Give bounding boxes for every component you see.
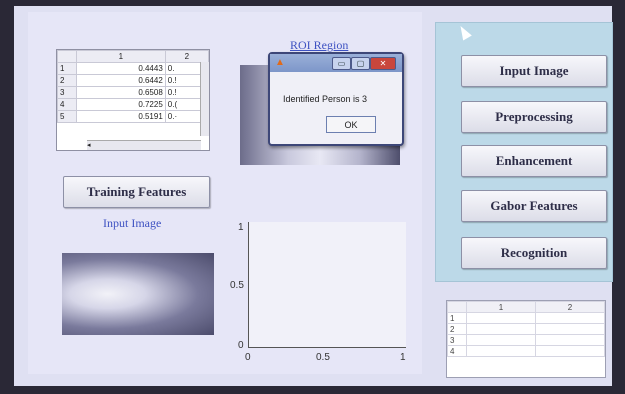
row-header: 3 (57, 86, 77, 99)
table-cell[interactable]: 0.5191 (76, 110, 166, 123)
table-cell[interactable] (535, 334, 605, 346)
x-tick-label: 0 (245, 352, 251, 363)
table-corner (447, 301, 467, 313)
table-row[interactable]: 3 0.6508 0.! (57, 86, 210, 99)
dialog-message: Identified Person is 3 (283, 94, 368, 104)
dialog-titlebar[interactable]: ▲ ▭ ▢ ✕ (270, 54, 402, 72)
table-row[interactable]: 5 0.5191 0.· (57, 110, 210, 123)
enhancement-button[interactable]: Enhancement (461, 145, 607, 177)
table-cell[interactable] (466, 345, 536, 357)
results-table[interactable]: 1 2 1 2 3 4 (446, 300, 606, 378)
table-cell[interactable]: 0.4443 (76, 62, 166, 75)
table-row[interactable]: 2 (447, 323, 605, 335)
y-tick-label: 0 (238, 340, 244, 351)
table-row[interactable]: 4 (447, 345, 605, 357)
table-corner (57, 50, 77, 63)
table-cell[interactable] (466, 312, 536, 324)
x-tick-label: 0.5 (316, 352, 330, 363)
x-tick-label: 1 (400, 352, 406, 363)
row-header: 3 (447, 334, 467, 346)
row-header: 1 (447, 312, 467, 324)
table-cell[interactable] (466, 334, 536, 346)
y-tick-label: 1 (238, 222, 244, 233)
input-image-label: Input Image (103, 216, 162, 230)
gabor-features-button[interactable]: Gabor Features (461, 190, 607, 222)
training-features-button[interactable]: Training Features (63, 176, 210, 208)
vertical-scrollbar[interactable] (200, 62, 209, 136)
features-grid: 1 2 1 0.4443 0. 2 0.6442 0.! 3 0.6508 0.… (57, 50, 210, 123)
row-header: 1 (57, 62, 77, 75)
row-header: 2 (57, 74, 77, 87)
results-grid: 1 2 1 2 3 4 (447, 301, 605, 357)
table-cell[interactable] (535, 323, 605, 335)
ok-button[interactable]: OK (326, 116, 376, 133)
column-header: 1 (466, 301, 536, 313)
plot-axes (248, 222, 406, 348)
message-dialog: ▲ ▭ ▢ ✕ Identified Person is 3 OK (268, 52, 404, 146)
recognition-button[interactable]: Recognition (461, 237, 607, 269)
row-header: 2 (447, 323, 467, 335)
table-cell[interactable] (535, 312, 605, 324)
input-image (62, 253, 214, 335)
horizontal-scrollbar[interactable]: ◂ (87, 140, 201, 150)
table-cell[interactable]: 0.6442 (76, 74, 166, 87)
y-tick-label: 0.5 (230, 280, 244, 291)
column-header: 2 (535, 301, 605, 313)
column-header: 2 (164, 50, 210, 63)
scroll-left-icon[interactable]: ◂ (87, 142, 91, 149)
table-row[interactable]: 4 0.7225 0.( (57, 98, 210, 111)
row-header: 4 (447, 345, 467, 357)
column-header: 1 (76, 50, 166, 63)
input-image-button[interactable]: Input Image (461, 55, 607, 87)
table-cell[interactable] (466, 323, 536, 335)
maximize-button[interactable]: ▢ (351, 57, 370, 70)
features-table[interactable]: 1 2 1 0.4443 0. 2 0.6442 0.! 3 0.6508 0.… (56, 49, 210, 151)
roi-region-label: ROI Region (290, 38, 349, 52)
table-row[interactable]: 1 0.4443 0. (57, 62, 210, 75)
table-cell[interactable]: 0.6508 (76, 86, 166, 99)
close-button[interactable]: ✕ (370, 57, 396, 70)
matlab-icon: ▲ (275, 57, 285, 68)
table-cell[interactable]: 0.7225 (76, 98, 166, 111)
minimize-button[interactable]: ▭ (332, 57, 351, 70)
row-header: 5 (57, 110, 77, 123)
table-row[interactable]: 3 (447, 334, 605, 346)
table-cell[interactable] (535, 345, 605, 357)
row-header: 4 (57, 98, 77, 111)
table-row[interactable]: 2 0.6442 0.! (57, 74, 210, 87)
preprocessing-button[interactable]: Preprocessing (461, 101, 607, 133)
table-row[interactable]: 1 (447, 312, 605, 324)
